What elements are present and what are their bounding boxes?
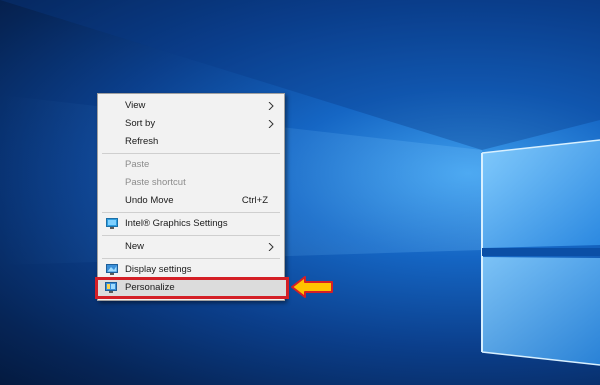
windows-logo-wallpaper xyxy=(0,0,600,366)
menu-item-label: View xyxy=(125,100,146,111)
menu-item-undo-move[interactable]: Undo Move Ctrl+Z xyxy=(98,192,284,210)
menu-item-label: Sort by xyxy=(125,118,156,129)
menu-item-label: Refresh xyxy=(125,136,159,147)
desktop-background[interactable]: View Sort by Refresh Paste Paste shortcu… xyxy=(0,0,600,385)
intel-graphics-icon xyxy=(106,218,118,229)
menu-item-label: New xyxy=(125,241,145,252)
menu-item-sort-by[interactable]: Sort by xyxy=(98,115,284,133)
menu-item-view[interactable]: View xyxy=(98,97,284,115)
menu-item-refresh[interactable]: Refresh xyxy=(98,133,284,151)
menu-item-label: Paste xyxy=(125,159,150,170)
menu-item-intel-graphics-settings[interactable]: Intel® Graphics Settings xyxy=(98,215,284,233)
menu-item-label: Undo Move xyxy=(125,195,174,206)
chevron-right-icon xyxy=(268,120,274,128)
menu-item-paste-shortcut[interactable]: Paste shortcut xyxy=(98,174,284,192)
personalize-icon xyxy=(105,282,117,293)
menu-item-label: Paste shortcut xyxy=(125,177,186,188)
menu-item-label: Personalize xyxy=(125,282,175,293)
menu-item-paste[interactable]: Paste xyxy=(98,156,284,174)
chevron-right-icon xyxy=(268,243,274,251)
menu-item-label: Display settings xyxy=(125,264,192,275)
chevron-right-icon xyxy=(268,102,274,110)
menu-item-personalize[interactable]: Personalize xyxy=(95,277,289,299)
menu-item-label: Intel® Graphics Settings xyxy=(125,218,228,229)
menu-item-display-settings[interactable]: Display settings xyxy=(98,261,284,279)
display-icon xyxy=(106,264,118,275)
pointer-arrow-icon xyxy=(291,276,333,298)
desktop-context-menu: View Sort by Refresh Paste Paste shortcu… xyxy=(95,93,289,301)
menu-item-accelerator: Ctrl+Z xyxy=(241,195,268,206)
menu-item-new[interactable]: New xyxy=(98,238,284,256)
